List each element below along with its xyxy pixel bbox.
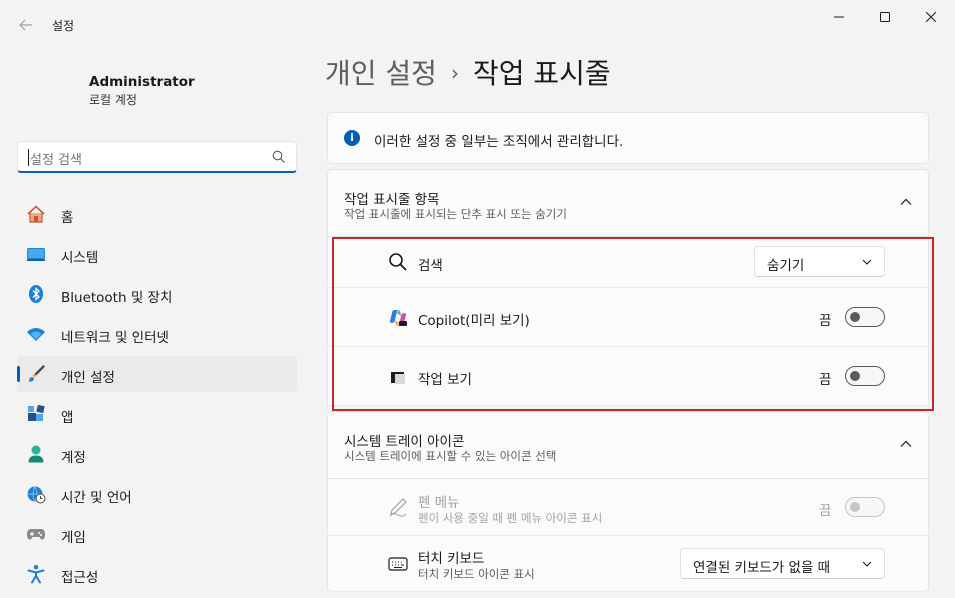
- avatar: [20, 58, 76, 114]
- minimize-button[interactable]: [816, 0, 862, 34]
- search-icon: [389, 253, 407, 271]
- sidebar-item-apps[interactable]: 앱: [17, 396, 297, 432]
- info-banner-text: 이러한 설정 중 일부는 조직에서 관리합니다.: [374, 134, 624, 150]
- search-placeholder: 설정 검색: [30, 153, 82, 168]
- title-bar: 설정: [0, 0, 955, 48]
- minimize-icon: [834, 16, 844, 18]
- sidebar-nav: 홈 시스템 Bluetooth 및 장치 네트워크 및 인터넷 개인 설정 앱 …: [17, 196, 297, 596]
- breadcrumb-parent[interactable]: 개인 설정: [325, 57, 437, 90]
- back-button[interactable]: [12, 12, 40, 38]
- time-language-icon: [27, 486, 46, 504]
- sidebar-item-label: 게임: [61, 530, 86, 546]
- search-input[interactable]: 설정 검색: [17, 141, 297, 173]
- system-icon: [27, 248, 45, 261]
- info-icon: i: [344, 130, 360, 146]
- text-caret: [28, 149, 29, 166]
- task-view-icon: [391, 372, 405, 384]
- row-description: 터치 키보드 아이콘 표시: [418, 567, 535, 581]
- paintbrush-icon: [29, 365, 45, 382]
- sidebar-item-label: 홈: [61, 210, 74, 226]
- tray-icons-header[interactable]: 시스템 트레이 아이콘 시스템 트레이에 표시할 수 있는 아이콘 선택: [327, 411, 929, 479]
- close-button[interactable]: [908, 0, 954, 34]
- home-icon: [27, 205, 45, 223]
- sidebar-item-label: 계정: [61, 450, 86, 466]
- row-label: Copilot(미리 보기): [418, 313, 530, 329]
- info-banner: i 이러한 설정 중 일부는 조직에서 관리합니다.: [327, 112, 929, 164]
- sidebar-item-label: 시간 및 언어: [61, 490, 132, 506]
- toggle-state-label: 끔: [819, 313, 832, 329]
- user-name: Administrator: [89, 74, 195, 90]
- copilot-row: Copilot(미리 보기) 끔: [327, 288, 929, 347]
- sidebar-item-accessibility[interactable]: 접근성: [17, 556, 297, 592]
- chevron-up-icon: [900, 198, 912, 205]
- gamepad-icon: [27, 529, 45, 540]
- app-title: 설정: [52, 19, 75, 33]
- dropdown-value: 숨기기: [767, 258, 805, 274]
- section-subtitle: 작업 표시줄에 표시되는 단추 표시 또는 숨기기: [344, 207, 567, 221]
- sidebar-item-accounts[interactable]: 계정: [17, 436, 297, 472]
- breadcrumb: 개인 설정 › 작업 표시줄: [325, 52, 611, 92]
- task-view-toggle[interactable]: [845, 366, 885, 386]
- toggle-knob: [850, 312, 860, 322]
- row-label: 펜 메뉴: [418, 495, 460, 511]
- sidebar-item-gaming[interactable]: 게임: [17, 516, 297, 552]
- chevron-down-icon: [862, 259, 872, 265]
- copilot-icon: [390, 310, 407, 326]
- accessibility-icon: [27, 565, 45, 584]
- row-description: 펜이 사용 중일 때 펜 메뉴 아이콘 표시: [418, 511, 603, 525]
- toggle-state-label: 끔: [819, 372, 832, 388]
- keyboard-icon: [388, 557, 408, 571]
- sidebar-item-label: 개인 설정: [61, 370, 115, 386]
- pen-menu-row: 펜 메뉴 펜이 사용 중일 때 펜 메뉴 아이콘 표시 끔: [327, 479, 929, 536]
- sidebar-item-label: 앱: [61, 410, 74, 426]
- section-title: 작업 표시줄 항목: [344, 192, 440, 208]
- task-view-row: 작업 보기 끔: [327, 347, 929, 406]
- sidebar-item-label: 접근성: [61, 570, 99, 586]
- sidebar-item-time-language[interactable]: 시간 및 언어: [17, 476, 297, 512]
- dropdown-value: 연결된 키보드가 없을 때: [693, 560, 831, 576]
- sidebar-item-home[interactable]: 홈: [17, 196, 297, 232]
- account-icon: [28, 445, 44, 463]
- search-icon: [272, 150, 285, 163]
- taskbar-items-header[interactable]: 작업 표시줄 항목 작업 표시줄에 표시되는 단추 표시 또는 숨기기: [327, 169, 929, 237]
- sidebar-item-network[interactable]: 네트워크 및 인터넷: [17, 316, 297, 352]
- maximize-button[interactable]: [862, 0, 908, 34]
- row-label: 터치 키보드: [418, 551, 485, 567]
- section-title: 시스템 트레이 아이콘: [344, 434, 465, 450]
- row-label: 작업 보기: [418, 372, 472, 388]
- bluetooth-icon: [29, 285, 43, 303]
- wifi-icon: [27, 328, 45, 341]
- search-row: 검색 숨기기: [327, 237, 929, 288]
- sidebar-item-system[interactable]: 시스템: [17, 236, 297, 272]
- page-title: 작업 표시줄: [472, 57, 611, 90]
- touch-keyboard-row: 터치 키보드 터치 키보드 아이콘 표시 연결된 키보드가 없을 때: [327, 536, 929, 592]
- pen-icon: [389, 498, 407, 517]
- apps-icon: [28, 404, 45, 421]
- chevron-down-icon: [862, 561, 872, 567]
- toggle-knob: [850, 371, 860, 381]
- close-icon: [926, 12, 936, 22]
- section-subtitle: 시스템 트레이에 표시할 수 있는 아이콘 선택: [344, 449, 557, 463]
- search-visibility-dropdown[interactable]: 숨기기: [754, 246, 885, 277]
- chevron-up-icon: [900, 440, 912, 447]
- toggle-state-label: 끔: [819, 503, 832, 519]
- sidebar-item-label: 네트워크 및 인터넷: [61, 330, 169, 346]
- pen-menu-toggle: [845, 497, 885, 517]
- maximize-icon: [880, 12, 890, 22]
- account-type: 로컬 계정: [89, 93, 137, 107]
- sidebar-item-label: 시스템: [61, 250, 99, 266]
- copilot-toggle[interactable]: [845, 307, 885, 327]
- sidebar-item-personalization[interactable]: 개인 설정: [17, 356, 297, 392]
- active-indicator: [17, 366, 20, 382]
- row-label: 검색: [418, 258, 443, 274]
- user-profile[interactable]: Administrator 로컬 계정: [16, 56, 296, 116]
- toggle-knob: [850, 502, 860, 512]
- touch-keyboard-dropdown[interactable]: 연결된 키보드가 없을 때: [680, 548, 885, 579]
- sidebar-item-bluetooth[interactable]: Bluetooth 및 장치: [17, 276, 297, 312]
- back-arrow-icon: [19, 19, 32, 31]
- chevron-right-icon: ›: [450, 61, 459, 85]
- sidebar-item-label: Bluetooth 및 장치: [61, 290, 173, 306]
